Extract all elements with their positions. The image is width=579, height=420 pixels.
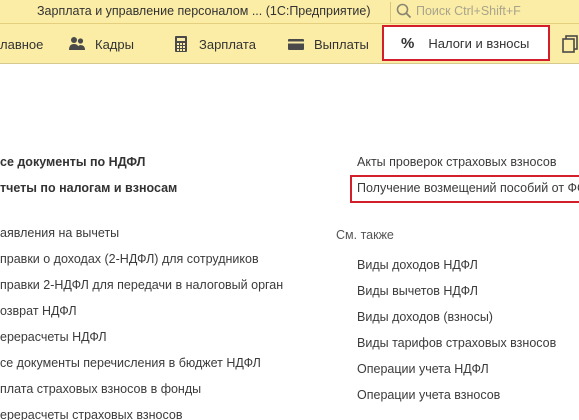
section-hr[interactable]: Кадры xyxy=(68,24,134,64)
title-bar: Зарплата и управление персоналом ... (1С… xyxy=(0,0,579,24)
link-fss-reimbursements[interactable]: Получение возмещений пособий от ФСС xyxy=(357,181,579,195)
link-deduction-applications[interactable]: аявления на вычеты xyxy=(0,226,119,240)
link-income-certificates-employees[interactable]: правки о доходах (2-НДФЛ) для сотруднико… xyxy=(0,252,259,266)
documents-icon xyxy=(562,35,578,53)
link-tax-reports[interactable]: тчеты по налогам и взносам xyxy=(0,181,177,195)
title-separator xyxy=(390,2,391,22)
section-main[interactable]: лавное xyxy=(0,24,43,64)
section-payouts[interactable]: Выплаты xyxy=(287,24,369,64)
link-insurance-inspection-acts[interactable]: Акты проверок страховых взносов xyxy=(357,155,556,169)
link-ndfl-accounting-operations[interactable]: Операции учета НДФЛ xyxy=(357,362,489,376)
link-insurance-tariff-types[interactable]: Виды тарифов страховых взносов xyxy=(357,336,556,350)
percent-icon: % xyxy=(401,34,415,52)
section-taxes[interactable]: % Налоги и взносы xyxy=(382,25,550,61)
search-icon xyxy=(396,3,412,19)
section-taxes-label: Налоги и взносы xyxy=(428,35,530,51)
link-contribution-accounting-operations[interactable]: Операции учета взносов xyxy=(357,388,500,402)
link-ndfl-transfer-documents[interactable]: се документы перечисления в бюджет НДФЛ xyxy=(0,356,261,370)
section-hr-label: Кадры xyxy=(95,36,134,52)
link-ndfl-refund[interactable]: озврат НДФЛ xyxy=(0,304,77,318)
section-main-label: лавное xyxy=(0,36,44,52)
search-field[interactable]: Поиск Ctrl+Shift+F xyxy=(396,3,579,21)
wallet-icon xyxy=(288,39,304,50)
link-income-certificates-tax-authority[interactable]: правки 2-НДФЛ для передачи в налоговый о… xyxy=(0,278,283,292)
window-title: Зарплата и управление персоналом ... (1С… xyxy=(37,4,371,18)
link-all-ndfl-documents[interactable]: се документы по НДФЛ xyxy=(0,155,145,169)
calculator-icon xyxy=(175,36,187,52)
link-ndfl-deduction-types[interactable]: Виды вычетов НДФЛ xyxy=(357,284,478,298)
link-insurance-payments[interactable]: плата страховых взносов в фонды xyxy=(0,382,201,396)
people-icon xyxy=(69,37,85,50)
section-payouts-label: Выплаты xyxy=(314,36,369,52)
section-documents[interactable] xyxy=(561,24,579,64)
link-contribution-income-types[interactable]: Виды доходов (взносы) xyxy=(357,310,493,324)
see-also-title: См. также xyxy=(336,228,394,242)
search-placeholder: Поиск Ctrl+Shift+F xyxy=(416,4,521,18)
link-ndfl-recalculations[interactable]: ерерасчеты НДФЛ xyxy=(0,330,107,344)
section-payroll[interactable]: Зарплата xyxy=(172,24,256,64)
link-ndfl-income-types[interactable]: Виды доходов НДФЛ xyxy=(357,258,478,272)
section-payroll-label: Зарплата xyxy=(199,36,256,52)
section-panel: лавное Кадры Зарплата Выплаты % Налоги и… xyxy=(0,24,579,64)
link-insurance-recalculations[interactable]: ерерасчеты страховых взносов xyxy=(0,408,182,420)
